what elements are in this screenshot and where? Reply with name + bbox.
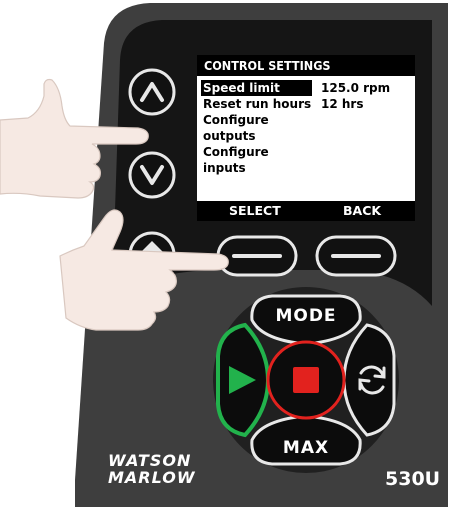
pointing-hand-icon	[59, 209, 229, 331]
brand-line-2: MARLOW	[108, 468, 196, 487]
max-button-label: MAX	[282, 438, 330, 458]
softkey-select-button[interactable]	[216, 235, 298, 277]
mode-button-label: MODE	[275, 306, 337, 326]
keypad-layer	[0, 68, 399, 473]
stop-button[interactable]	[266, 340, 346, 420]
stop-icon	[293, 367, 319, 393]
pointing-hand-icon	[0, 78, 149, 199]
up-button[interactable]	[128, 68, 176, 116]
model-number: 530U	[385, 468, 441, 490]
down-button[interactable]	[128, 151, 176, 199]
brand-line-1: WATSON	[108, 451, 192, 470]
brand-logo: WATSON MARLOW	[108, 452, 218, 486]
softkey-back-button[interactable]	[315, 235, 397, 277]
